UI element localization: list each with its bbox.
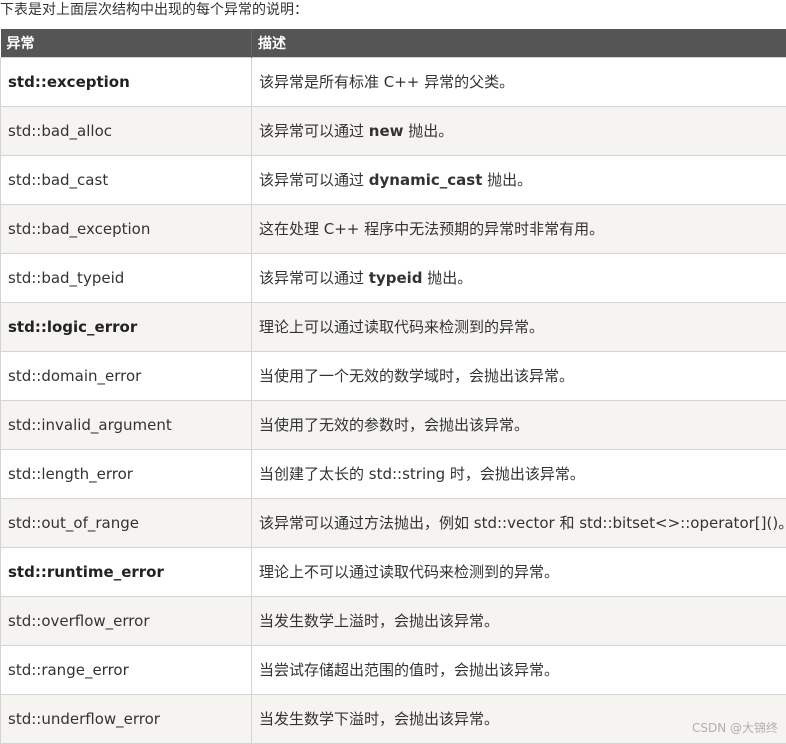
description-text: 理论上不可以通过读取代码来检测到的异常。: [259, 563, 559, 581]
exception-name: std::runtime_error: [1, 547, 252, 596]
description-text: 抛出。: [423, 269, 473, 287]
exception-description: 当使用了一个无效的数学域时，会抛出该异常。: [252, 351, 786, 400]
table-row: std::bad_typeid该异常可以通过 typeid 抛出。: [1, 253, 786, 302]
exception-name: std::invalid_argument: [1, 400, 252, 449]
exception-name: std::length_error: [1, 449, 252, 498]
exception-name: std::underflow_error: [1, 694, 252, 743]
table-row: std::underflow_error 当发生数学下溢时，会抛出该异常。: [1, 694, 786, 743]
description-keyword: typeid: [369, 269, 423, 287]
exception-name: std::exception: [1, 57, 252, 106]
exception-description: 当使用了无效的参数时，会抛出该异常。: [252, 400, 786, 449]
description-text: 该异常可以通过: [259, 171, 369, 189]
description-text: 当发生数学下溢时，会抛出该异常。: [259, 710, 499, 728]
description-text: 当发生数学上溢时，会抛出该异常。: [259, 612, 499, 630]
exception-description: 这在处理 C++ 程序中无法预期的异常时非常有用。: [252, 204, 786, 253]
table-row: std::exception 该异常是所有标准 C++ 异常的父类。: [1, 57, 786, 106]
description-text: 理论上可以通过读取代码来检测到的异常。: [259, 318, 544, 336]
exception-description: 当创建了太长的 std::string 时，会抛出该异常。: [252, 449, 786, 498]
exception-table: 异常 描述 std::exception该异常是所有标准 C++ 异常的父类。s…: [0, 29, 786, 744]
table-row: std::runtime_error 理论上不可以通过读取代码来检测到的异常。: [1, 547, 786, 596]
exception-description: 该异常可以通过 typeid 抛出。: [252, 253, 786, 302]
exception-name: std::bad_typeid: [1, 253, 252, 302]
exception-name: std::bad_alloc: [1, 106, 252, 155]
exception-name: std::range_error: [1, 645, 252, 694]
table-row: std::bad_cast该异常可以通过 dynamic_cast 抛出。: [1, 155, 786, 204]
exception-description: 该异常是所有标准 C++ 异常的父类。: [252, 57, 786, 106]
exception-description: 该异常可以通过方法抛出，例如 std::vector 和 std::bitset…: [252, 498, 786, 547]
description-text: 当创建了太长的 std::string 时，会抛出该异常。: [259, 465, 585, 483]
exception-name: std::logic_error: [1, 302, 252, 351]
description-text: 这在处理 C++ 程序中无法预期的异常时非常有用。: [259, 220, 604, 238]
table-header-row: 异常 描述: [1, 29, 786, 57]
exception-name: std::domain_error: [1, 351, 252, 400]
header-description: 描述: [252, 29, 786, 57]
table-row: std::range_error 当尝试存储超出范围的值时，会抛出该异常。: [1, 645, 786, 694]
table-row: std::length_error 当创建了太长的 std::string 时，会…: [1, 449, 786, 498]
table-row: std::invalid_argument 当使用了无效的参数时，会抛出该异常。: [1, 400, 786, 449]
description-text: 该异常是所有标准 C++ 异常的父类。: [259, 73, 514, 91]
table-row: std::domain_error 当使用了一个无效的数学域时，会抛出该异常。: [1, 351, 786, 400]
description-text: 抛出。: [482, 171, 532, 189]
exception-description: 该异常可以通过 dynamic_cast 抛出。: [252, 155, 786, 204]
table-row: std::bad_exception 这在处理 C++ 程序中无法预期的异常时非常…: [1, 204, 786, 253]
header-exception: 异常: [1, 29, 252, 57]
description-text: 当尝试存储超出范围的值时，会抛出该异常。: [259, 661, 559, 679]
exception-name: std::bad_exception: [1, 204, 252, 253]
table-body: std::exception 该异常是所有标准 C++ 异常的父类。std::ba…: [1, 57, 786, 743]
description-text: 当使用了无效的参数时，会抛出该异常。: [259, 416, 529, 434]
table-row: std::bad_alloc该异常可以通过 new 抛出。: [1, 106, 786, 155]
intro-text: 下表是对上面层次结构中出现的每个异常的说明：: [0, 0, 308, 24]
description-text: 该异常可以通过: [259, 122, 369, 140]
watermark: CSDN @大锦终: [692, 719, 778, 736]
description-text: 当使用了一个无效的数学域时，会抛出该异常。: [259, 367, 574, 385]
exception-description: 当发生数学上溢时，会抛出该异常。: [252, 596, 786, 645]
table-row: std::out_of_range 该异常可以通过方法抛出，例如 std::vec…: [1, 498, 786, 547]
description-text: 抛出。: [404, 122, 454, 140]
exception-description: 理论上可以通过读取代码来检测到的异常。: [252, 302, 786, 351]
exception-name: std::overflow_error: [1, 596, 252, 645]
description-keyword: dynamic_cast: [369, 171, 483, 189]
description-keyword: new: [369, 122, 404, 140]
table-row: std::logic_error 理论上可以通过读取代码来检测到的异常。: [1, 302, 786, 351]
exception-description: 理论上不可以通过读取代码来检测到的异常。: [252, 547, 786, 596]
exception-name: std::out_of_range: [1, 498, 252, 547]
description-text: 该异常可以通过方法抛出，例如 std::vector 和 std::bitset…: [259, 514, 786, 532]
table-row: std::overflow_error 当发生数学上溢时，会抛出该异常。: [1, 596, 786, 645]
exception-description: 该异常可以通过 new 抛出。: [252, 106, 786, 155]
exception-name: std::bad_cast: [1, 155, 252, 204]
exception-description: 当尝试存储超出范围的值时，会抛出该异常。: [252, 645, 786, 694]
description-text: 该异常可以通过: [259, 269, 369, 287]
